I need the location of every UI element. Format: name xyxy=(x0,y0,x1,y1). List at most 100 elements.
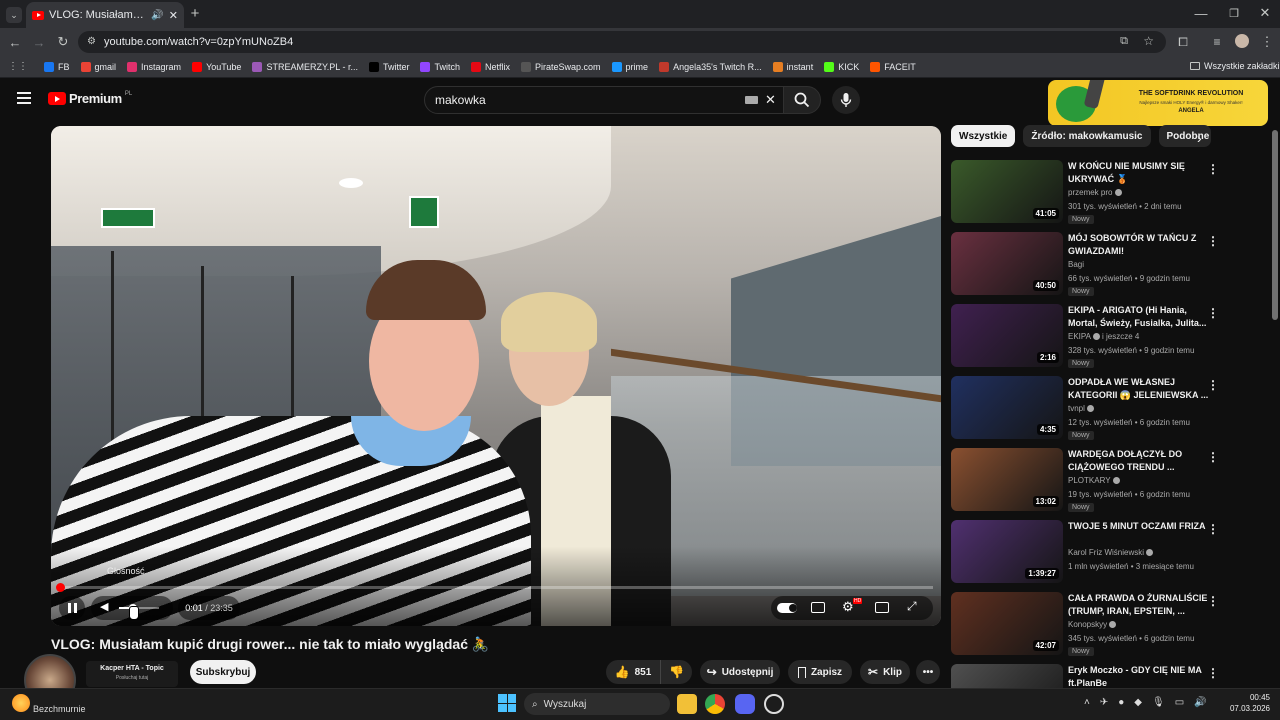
discord-icon[interactable] xyxy=(735,694,755,714)
keyboard-icon[interactable] xyxy=(745,96,758,104)
recommendation-channel[interactable]: przemek pro xyxy=(1068,188,1122,197)
weather-icon[interactable] xyxy=(12,694,30,712)
bookmark-item[interactable]: Netflix xyxy=(471,61,510,72)
address-bar[interactable]: ⚙ youtube.com/watch?v=0zpYmUNoZB4 ⧉ ☆ xyxy=(78,31,1166,53)
bookmark-item[interactable]: Twitter xyxy=(368,61,409,72)
video-thumbnail[interactable]: 2:16 xyxy=(951,304,1063,367)
bookmark-item[interactable]: Instagram xyxy=(127,61,181,72)
tab-close-icon[interactable]: ✕ xyxy=(169,9,178,22)
video-thumbnail[interactable]: 4:35 xyxy=(951,376,1063,439)
apps-icon[interactable]: ⋮⋮ xyxy=(8,61,28,72)
forward-icon[interactable]: → xyxy=(32,35,46,50)
bookmark-item[interactable]: Twitch xyxy=(420,61,460,72)
fullscreen-icon[interactable]: ⤢ xyxy=(907,599,917,614)
recommendation-item[interactable]: 1:39:27 TWOJE 5 MINUT OCZAMI FRIZA Karol F… xyxy=(951,520,1251,584)
video-player[interactable]: Głośność ◀ 0:01 / 23:35 ⚙ HD ⤢ xyxy=(51,126,941,626)
new-tab-button[interactable]: + xyxy=(188,5,202,22)
more-options-icon[interactable]: ⋮ xyxy=(1207,450,1219,464)
video-thumbnail[interactable]: 1:39:27 xyxy=(951,520,1063,583)
tray-chevron-icon[interactable]: ˄ xyxy=(1084,697,1090,708)
recommendation-channel[interactable]: EKIPA i jeszcze 4 xyxy=(1068,332,1139,341)
app-icon[interactable] xyxy=(764,694,784,714)
recommendation-item[interactable]: 41:05 W KOŃCU NIE MUSIMY SIĘ UKRYWAĆ 🥉 prz… xyxy=(951,160,1251,224)
bookmark-item[interactable]: prime xyxy=(611,61,648,72)
scrollbar-thumb[interactable] xyxy=(1272,130,1278,320)
settings-icon[interactable]: ⚙ xyxy=(842,599,854,615)
search-button[interactable] xyxy=(783,86,821,114)
share-button[interactable]: ↪ Udostępnij xyxy=(700,660,780,684)
youtube-premium-logo[interactable]: Premium PL xyxy=(48,91,132,106)
recommendation-title[interactable]: TWOJE 5 MINUT OCZAMI FRIZA xyxy=(1068,520,1213,533)
bookmark-item[interactable]: gmail xyxy=(80,61,116,72)
subtitles-icon[interactable] xyxy=(811,602,825,613)
chip-all[interactable]: Wszystkie xyxy=(951,125,1016,147)
save-button[interactable]: Zapisz xyxy=(788,660,852,684)
tray-app-icon[interactable]: ◆ xyxy=(1134,697,1142,708)
all-bookmarks[interactable]: Wszystkie zakładki xyxy=(1190,61,1280,71)
more-options-icon[interactable]: ⋮ xyxy=(1207,666,1219,680)
hamburger-menu-icon[interactable] xyxy=(17,92,31,104)
speaker-icon[interactable]: 🔊 xyxy=(151,10,163,21)
search-input[interactable]: makowka ✕ xyxy=(424,86,786,114)
recommendation-item[interactable]: 42:07 CAŁA PRAWDA O ŻURNALIŚCIE (TRUMP, I… xyxy=(951,592,1251,656)
like-button[interactable]: 👍 851 xyxy=(606,660,660,684)
bookmark-item[interactable]: STREAMERZY.PL - r... xyxy=(252,61,358,72)
video-thumbnail[interactable]: 40:50 xyxy=(951,232,1063,295)
start-button[interactable] xyxy=(498,694,516,712)
tray-discord-icon[interactable]: ● xyxy=(1118,697,1124,708)
bookmark-item[interactable]: KICK xyxy=(824,61,859,72)
recommendation-item[interactable]: 4:35 ODPADŁA WE WŁASNEJ KATEGORII 😱 JELEN… xyxy=(951,376,1251,440)
tray-app-icon[interactable]: ✈ xyxy=(1100,697,1108,708)
volume-icon[interactable]: ◀ xyxy=(100,600,108,613)
file-explorer-icon[interactable] xyxy=(677,694,697,714)
chip-similar[interactable]: Podobne xyxy=(1158,125,1211,147)
ad-banner[interactable]: THE SOFTDRINK REVOLUTION Najlepsze smaki… xyxy=(1048,80,1268,126)
more-options-icon[interactable]: ⋮ xyxy=(1207,162,1219,176)
recommendation-title[interactable]: ODPADŁA WE WŁASNEJ KATEGORII 😱 JELENIEWS… xyxy=(1068,376,1213,402)
voice-search-button[interactable] xyxy=(832,86,860,114)
more-actions-button[interactable]: ••• xyxy=(916,660,940,684)
bookmark-item[interactable]: FB xyxy=(44,61,70,72)
media-icon[interactable]: ≡ xyxy=(1210,35,1224,49)
recommendation-channel[interactable]: PLOTKARY xyxy=(1068,476,1120,485)
more-options-icon[interactable]: ⋮ xyxy=(1207,522,1219,536)
video-thumbnail[interactable]: 41:05 xyxy=(951,160,1063,223)
chevron-right-icon[interactable]: › xyxy=(1197,130,1202,146)
tab-search-button[interactable]: ⌄ xyxy=(6,7,22,23)
bookmark-item[interactable]: Angela35's Twitch R... xyxy=(659,61,762,72)
more-options-icon[interactable]: ⋮ xyxy=(1207,306,1219,320)
recommendation-title[interactable]: Eryk Moczko - GDY CIĘ NIE MA ft.PlanBe xyxy=(1068,664,1213,690)
scrubber-handle[interactable] xyxy=(56,583,65,592)
recommendation-title[interactable]: CAŁA PRAWDA O ŻURNALIŚCIE (TRUMP, IRAN, … xyxy=(1068,592,1213,618)
recommendation-item[interactable]: 40:50 MÓJ SOBOWTÓR W TAŃCU Z GWIAZDAMI! Ba… xyxy=(951,232,1251,296)
site-info-icon[interactable]: ⚙ xyxy=(87,36,96,47)
menu-icon[interactable]: ⋮ xyxy=(1260,34,1274,49)
reload-icon[interactable]: ↻ xyxy=(56,34,70,49)
more-options-icon[interactable]: ⋮ xyxy=(1207,234,1219,248)
bookmark-item[interactable]: YouTube xyxy=(192,61,241,72)
recommendation-item[interactable]: 2:16 EKIPA - ARIGATO (Hi Hania, Mortal, Ś… xyxy=(951,304,1251,368)
back-icon[interactable]: ← xyxy=(8,35,22,50)
recommendation-title[interactable]: W KOŃCU NIE MUSIMY SIĘ UKRYWAĆ 🥉 xyxy=(1068,160,1213,186)
bookmark-item[interactable]: PirateSwap.com xyxy=(521,61,601,72)
recommendation-title[interactable]: EKIPA - ARIGATO (Hi Hania, Mortal, Śwież… xyxy=(1068,304,1213,330)
active-tab[interactable]: VLOG: Musiałam kupić drugi rower 🔊 ✕ xyxy=(26,2,184,28)
chip-source[interactable]: Źródło: makowkamusic xyxy=(1023,125,1151,147)
tray-mic-icon[interactable]: 🎙 xyxy=(1152,697,1165,708)
tray-network-icon[interactable]: ▭ xyxy=(1175,697,1184,708)
recommendation-channel[interactable]: Bagi xyxy=(1068,260,1084,269)
clock[interactable]: 00:45 07.03.2026 xyxy=(1222,692,1270,714)
theater-mode-icon[interactable] xyxy=(875,602,889,613)
subscribe-button[interactable]: Subskrybuj xyxy=(190,660,256,684)
bookmark-item[interactable]: FACEIT xyxy=(870,61,916,72)
dislike-button[interactable]: 👎 xyxy=(660,660,692,684)
minimize-button[interactable]: — xyxy=(1194,6,1208,21)
cast-icon[interactable]: ⧉ xyxy=(1120,35,1128,48)
extensions-icon[interactable]: ⧠ xyxy=(1176,35,1190,49)
channel-info[interactable]: Kacper HTA - Topic Posłuchaj tutaj xyxy=(86,661,178,687)
video-thumbnail[interactable]: 42:07 xyxy=(951,592,1063,655)
tray-volume-icon[interactable]: 🔊 xyxy=(1194,697,1206,708)
clear-search-icon[interactable]: ✕ xyxy=(765,92,776,108)
clip-button[interactable]: ✂ Klip xyxy=(860,660,910,684)
recommendation-title[interactable]: MÓJ SOBOWTÓR W TAŃCU Z GWIAZDAMI! xyxy=(1068,232,1213,258)
